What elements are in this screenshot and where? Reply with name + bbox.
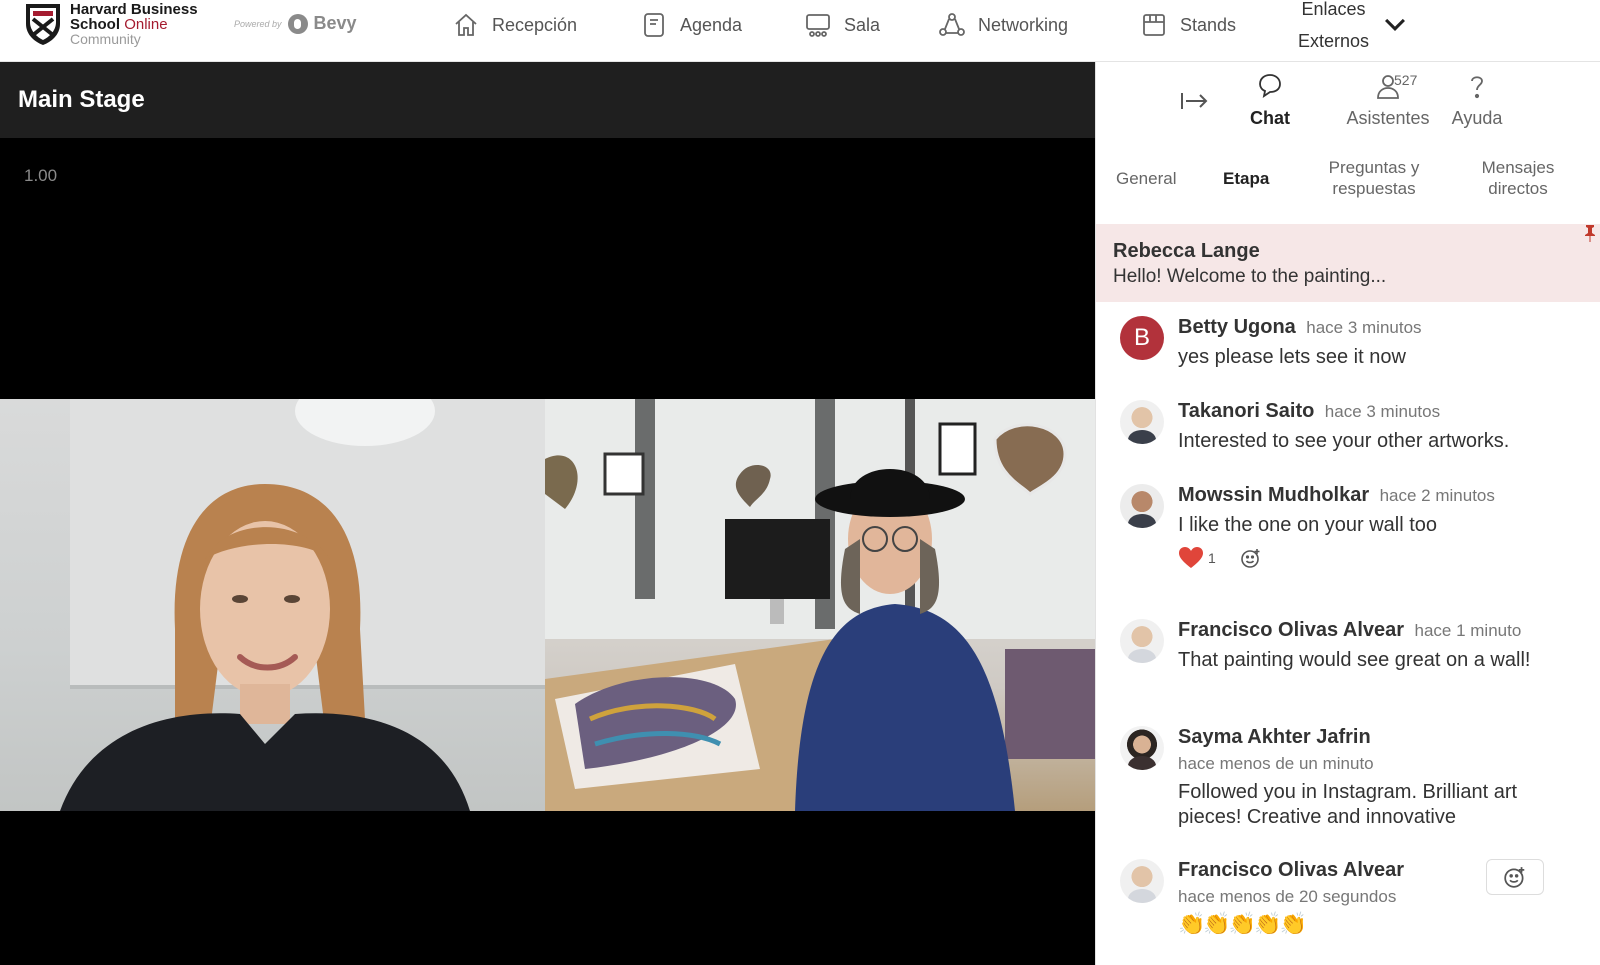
subtab-general[interactable]: General xyxy=(1116,168,1176,189)
message-time: hace 1 minuto xyxy=(1414,621,1522,640)
stage-title: Main Stage xyxy=(18,86,145,113)
main-stage: Main Stage 1.00 xyxy=(0,62,1095,965)
tab-ayuda-label: Ayuda xyxy=(1451,108,1503,128)
pin-icon xyxy=(1585,225,1595,242)
stage-header: Main Stage xyxy=(0,62,1095,138)
nav-recepcion[interactable]: Recepción xyxy=(452,0,577,50)
powered-label: Powered by xyxy=(234,18,282,29)
message-author[interactable]: Sayma Akhter Jafrin xyxy=(1178,726,1371,748)
dropdown-line2: Externos xyxy=(1298,31,1370,51)
theater-icon xyxy=(806,14,830,37)
avatar[interactable] xyxy=(1120,726,1164,770)
chat-bubble-icon xyxy=(1259,74,1281,98)
avatar[interactable] xyxy=(1120,400,1164,444)
heart-reaction[interactable]: 1 xyxy=(1178,546,1216,570)
speaker-video-right[interactable] xyxy=(545,399,1095,811)
nav-label: Sala xyxy=(844,14,881,35)
subtab-preguntas-respuestas[interactable]: Preguntas y respuestas xyxy=(1316,157,1432,199)
collapse-panel-icon[interactable] xyxy=(1176,86,1212,116)
artist-studio-image xyxy=(545,399,1095,811)
subtab-mensajes-directos[interactable]: Mensajes directos xyxy=(1474,157,1562,199)
bevy-logo-icon xyxy=(287,13,308,34)
avatar[interactable] xyxy=(1120,484,1164,528)
hbs-logo[interactable]: Harvard Business School Online Community xyxy=(24,2,198,47)
message-text: yes please lets see it now xyxy=(1178,346,1406,368)
message-time: hace 3 minutos xyxy=(1306,318,1422,337)
speaker-video-left[interactable] xyxy=(0,399,545,811)
nav-label: Stands xyxy=(1180,14,1237,35)
nav-label: Networking xyxy=(978,14,1069,35)
tab-asistentes-label: Asistentes xyxy=(1346,108,1430,128)
chat-panel: Chat 527 Asistentes Ayuda General Etapa … xyxy=(1095,62,1600,965)
brand-line1: Harvard Business xyxy=(70,1,198,18)
message-time: hace 3 minutos xyxy=(1324,402,1441,421)
pinned-message[interactable]: Rebecca Lange Hello! Welcome to the pain… xyxy=(1096,224,1600,302)
message-author[interactable]: Francisco Olivas Alvear xyxy=(1178,859,1404,881)
message-time: hace 2 minutos xyxy=(1379,486,1495,505)
tab-chat[interactable]: Chat xyxy=(1246,72,1294,129)
powered-by-bevy: Powered by Bevy xyxy=(234,13,357,34)
speaker-woman-image xyxy=(60,399,545,811)
add-reaction-icon[interactable] xyxy=(1240,547,1262,569)
message-text: That painting would see great on a wall! xyxy=(1178,649,1531,671)
message-text: Interested to see your other artworks. xyxy=(1178,430,1510,452)
message-reactions: 1 xyxy=(1178,546,1262,570)
add-reaction-button[interactable] xyxy=(1486,859,1544,895)
top-navigation: Harvard Business School Online Community… xyxy=(0,0,1600,62)
message-author[interactable]: Takanori Saito xyxy=(1178,400,1314,422)
message-time: hace menos de 20 segundos xyxy=(1178,887,1397,906)
home-icon xyxy=(455,13,477,36)
add-reaction-icon xyxy=(1504,867,1525,888)
nav-stands[interactable]: Stands xyxy=(1140,0,1236,50)
panel-tabs: Chat 527 Asistentes Ayuda xyxy=(1096,62,1600,144)
shield-icon xyxy=(26,4,60,45)
bevy-name: Bevy xyxy=(313,13,357,33)
chevron-down-icon xyxy=(1385,18,1406,31)
message-author[interactable]: Francisco Olivas Alvear xyxy=(1178,619,1404,641)
nav-sala[interactable]: Sala xyxy=(804,0,880,50)
brand-community: Community xyxy=(70,31,141,47)
nav-label: Recepción xyxy=(492,14,578,35)
nav-agenda[interactable]: Agenda xyxy=(640,0,742,50)
nav-networking[interactable]: Networking xyxy=(938,0,1068,50)
avatar[interactable]: B xyxy=(1120,316,1164,360)
reaction-count: 1 xyxy=(1208,550,1216,566)
dropdown-line1: Enlaces xyxy=(1301,0,1366,19)
message-text: 👏👏👏👏👏 xyxy=(1178,911,1307,936)
message-author[interactable]: Mowssin Mudholkar xyxy=(1178,484,1369,506)
agenda-icon xyxy=(644,13,664,37)
network-icon xyxy=(939,13,965,36)
booth-icon xyxy=(1143,14,1165,36)
tab-ayuda[interactable]: Ayuda xyxy=(1448,72,1506,129)
subtab-etapa[interactable]: Etapa xyxy=(1223,168,1269,189)
tab-chat-label: Chat xyxy=(1250,108,1290,128)
nav-enlaces-externos-dropdown[interactable]: Enlaces Externos xyxy=(1298,0,1409,56)
pinned-text: Hello! Welcome to the painting... xyxy=(1113,266,1387,287)
nav-label: Agenda xyxy=(680,14,743,35)
zoom-readout: 1.00 xyxy=(24,166,58,185)
message-author[interactable]: Betty Ugona xyxy=(1178,316,1296,338)
avatar[interactable] xyxy=(1120,619,1164,663)
attendee-count-badge: 527 xyxy=(1394,72,1418,88)
question-mark-icon xyxy=(1471,76,1483,99)
heart-icon xyxy=(1179,547,1203,568)
message-text: Followed you in Instagram. Brilliant art… xyxy=(1178,781,1518,828)
pinned-author: Rebecca Lange xyxy=(1113,240,1260,262)
message-text: I like the one on your wall too xyxy=(1178,514,1438,536)
tab-asistentes[interactable]: 527 Asistentes xyxy=(1328,72,1448,129)
chat-subtabs: General Etapa Preguntas y respuestas Men… xyxy=(1096,157,1600,217)
avatar[interactable] xyxy=(1120,859,1164,903)
message-time: hace menos de un minuto xyxy=(1178,754,1374,773)
